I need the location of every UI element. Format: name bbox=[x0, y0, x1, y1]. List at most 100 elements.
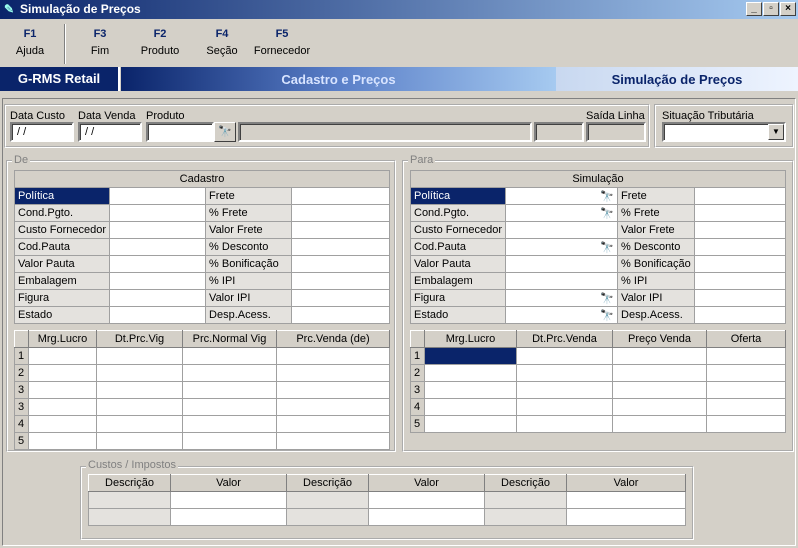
maximize-button[interactable]: ▫ bbox=[763, 2, 779, 16]
para-value-cell[interactable] bbox=[505, 221, 619, 239]
grid-cell[interactable] bbox=[516, 347, 613, 365]
grid-cell[interactable] bbox=[28, 398, 97, 416]
grid-cell[interactable] bbox=[96, 432, 183, 450]
grid-col-header[interactable]: Oferta bbox=[706, 330, 786, 348]
para-value-cell[interactable] bbox=[693, 238, 787, 256]
grid-cell[interactable] bbox=[96, 347, 183, 365]
grid-col-header[interactable]: Prc.Normal Vig bbox=[182, 330, 277, 348]
grid-cell[interactable] bbox=[516, 381, 613, 399]
de-value-cell[interactable] bbox=[291, 204, 390, 222]
para-value-cell[interactable] bbox=[505, 272, 619, 290]
para-price-grid[interactable]: Mrg.Lucro Dt.Prc.Venda Preço Venda Ofert… bbox=[410, 330, 786, 433]
fkey-fim[interactable]: F3 Fim bbox=[80, 28, 120, 57]
grid-cell[interactable] bbox=[276, 415, 390, 433]
grid-cell[interactable] bbox=[516, 398, 613, 416]
grid-cell[interactable] bbox=[28, 364, 97, 382]
custos-value-cell[interactable] bbox=[170, 508, 287, 526]
grid-cell[interactable] bbox=[424, 398, 517, 416]
grid-cell[interactable] bbox=[424, 381, 517, 399]
grid-col-header[interactable]: Mrg.Lucro bbox=[424, 330, 517, 348]
grid-cell[interactable] bbox=[182, 381, 277, 399]
data-custo-input[interactable]: / / bbox=[10, 122, 74, 142]
fkey-produto[interactable]: F2 Produto bbox=[138, 28, 182, 57]
para-value-cell[interactable] bbox=[693, 272, 787, 290]
fkey-fornecedor[interactable]: F5 Fornecedor bbox=[252, 28, 312, 57]
grid-cell[interactable] bbox=[706, 398, 786, 416]
binoculars-icon[interactable]: 🔭 bbox=[600, 310, 614, 322]
para-cond-pgto-value[interactable]: 🔭 bbox=[505, 204, 619, 222]
para-figura-value[interactable]: 🔭 bbox=[505, 289, 619, 307]
binoculars-icon[interactable]: 🔭 bbox=[600, 293, 614, 305]
grid-col-header[interactable]: Mrg.Lucro bbox=[28, 330, 97, 348]
grid-cell[interactable] bbox=[706, 415, 786, 433]
de-value-cell[interactable] bbox=[291, 238, 390, 256]
de-value-cell[interactable] bbox=[109, 289, 207, 307]
grid-cell[interactable] bbox=[28, 415, 97, 433]
custos-col-header[interactable]: Valor bbox=[368, 474, 485, 492]
de-value-cell[interactable] bbox=[109, 306, 207, 324]
de-price-grid[interactable]: Mrg.Lucro Dt.Prc.Vig Prc.Normal Vig Prc.… bbox=[14, 330, 390, 450]
grid-cell[interactable] bbox=[182, 432, 277, 450]
grid-cell[interactable] bbox=[276, 364, 390, 382]
binoculars-icon[interactable]: 🔭 bbox=[600, 242, 614, 254]
para-value-cell[interactable] bbox=[693, 289, 787, 307]
para-value-cell[interactable] bbox=[693, 204, 787, 222]
chevron-down-icon[interactable]: ▼ bbox=[768, 124, 784, 140]
grid-cell[interactable] bbox=[612, 381, 707, 399]
de-value-cell[interactable] bbox=[291, 289, 390, 307]
para-politica-value[interactable]: 🔭 bbox=[505, 187, 619, 205]
de-value-cell[interactable] bbox=[109, 255, 207, 273]
para-estado-value[interactable]: 🔭 bbox=[505, 306, 619, 324]
grid-cell[interactable] bbox=[96, 364, 183, 382]
fkey-ajuda[interactable]: F1 Ajuda bbox=[10, 28, 50, 57]
de-value-cell[interactable] bbox=[291, 255, 390, 273]
grid-cell[interactable] bbox=[612, 347, 707, 365]
close-button[interactable]: × bbox=[780, 2, 796, 16]
grid-cell[interactable] bbox=[276, 381, 390, 399]
grid-cell[interactable] bbox=[182, 398, 277, 416]
grid-cell[interactable] bbox=[516, 415, 613, 433]
grid-cell[interactable] bbox=[182, 364, 277, 382]
grid-cell[interactable] bbox=[182, 415, 277, 433]
de-value-cell[interactable] bbox=[291, 221, 390, 239]
grid-cell-selected[interactable] bbox=[424, 347, 517, 365]
grid-cell[interactable] bbox=[706, 347, 786, 365]
de-value-cell[interactable] bbox=[109, 187, 207, 205]
minimize-button[interactable]: _ bbox=[746, 2, 762, 16]
grid-cell[interactable] bbox=[28, 381, 97, 399]
custos-col-header[interactable]: Descrição bbox=[484, 474, 567, 492]
para-value-cell[interactable] bbox=[693, 255, 787, 273]
grid-cell[interactable] bbox=[28, 432, 97, 450]
data-venda-input[interactable]: / / bbox=[78, 122, 142, 142]
grid-cell[interactable] bbox=[182, 347, 277, 365]
grid-cell[interactable] bbox=[424, 364, 517, 382]
grid-cell[interactable] bbox=[276, 398, 390, 416]
grid-cell[interactable] bbox=[612, 398, 707, 416]
custos-value-cell[interactable] bbox=[566, 508, 686, 526]
custos-col-header[interactable]: Descrição bbox=[286, 474, 369, 492]
para-value-cell[interactable] bbox=[505, 255, 619, 273]
de-value-cell[interactable] bbox=[291, 272, 390, 290]
grid-col-header[interactable]: Preço Venda bbox=[612, 330, 707, 348]
produto-input[interactable] bbox=[146, 122, 214, 142]
grid-cell[interactable] bbox=[612, 364, 707, 382]
de-label-politica[interactable]: Política bbox=[13, 187, 111, 205]
para-label-politica[interactable]: Política bbox=[409, 187, 507, 205]
custos-value-cell[interactable] bbox=[170, 491, 287, 509]
grid-cell[interactable] bbox=[96, 415, 183, 433]
de-value-cell[interactable] bbox=[109, 238, 207, 256]
custos-value-cell[interactable] bbox=[368, 491, 485, 509]
grid-cell[interactable] bbox=[706, 364, 786, 382]
custos-col-header[interactable]: Valor bbox=[170, 474, 287, 492]
de-value-cell[interactable] bbox=[109, 204, 207, 222]
grid-cell[interactable] bbox=[612, 415, 707, 433]
grid-cell[interactable] bbox=[516, 364, 613, 382]
custos-col-header[interactable]: Valor bbox=[566, 474, 686, 492]
de-value-cell[interactable] bbox=[291, 187, 390, 205]
custos-table[interactable]: Descrição Valor Descrição Valor Descriçã… bbox=[88, 474, 686, 526]
para-cod-pauta-value[interactable]: 🔭 bbox=[505, 238, 619, 256]
grid-col-header[interactable]: Dt.Prc.Vig bbox=[96, 330, 183, 348]
de-value-cell[interactable] bbox=[109, 272, 207, 290]
para-value-cell[interactable] bbox=[693, 187, 787, 205]
grid-col-header[interactable]: Dt.Prc.Venda bbox=[516, 330, 613, 348]
